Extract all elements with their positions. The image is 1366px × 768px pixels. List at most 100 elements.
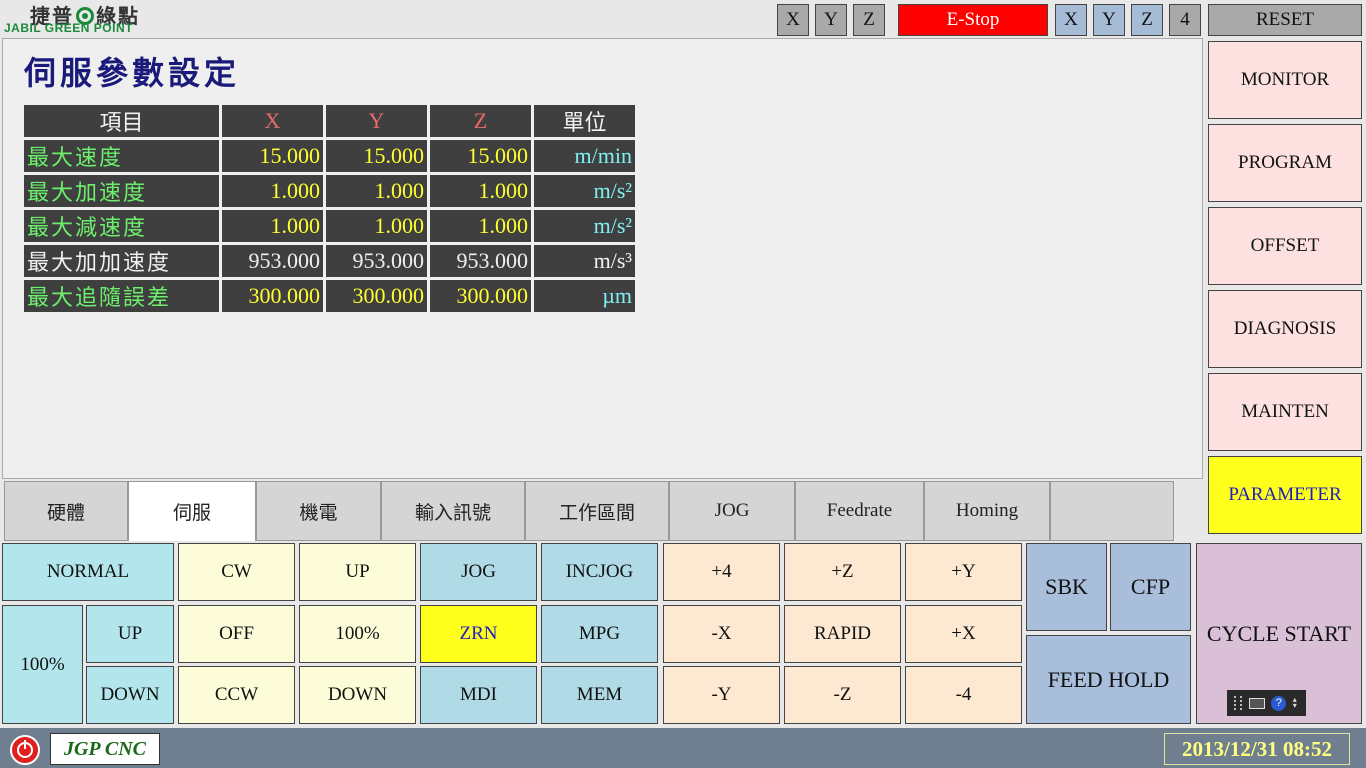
tab-electromech[interactable]: 機電 [256,481,381,541]
mode-mpg-button[interactable]: MPG [541,605,658,663]
feed-override-percent[interactable]: 100% [2,605,83,724]
row-y-value[interactable]: 1.000 [326,175,427,207]
tab-feedrate[interactable]: Feedrate [795,481,924,541]
header-y: Y [326,105,427,137]
tab-work-area[interactable]: 工作區間 [525,481,669,541]
logo-en-text: JABIL GREEN POINT [4,21,133,35]
header-x: X [222,105,323,137]
row-z-value[interactable]: 15.000 [430,140,531,172]
normal-button[interactable]: NORMAL [2,543,174,601]
estop-button[interactable]: E-Stop [898,4,1048,36]
jog-plus4-button[interactable]: +4 [663,543,780,601]
axis2-y-button[interactable]: Y [1093,4,1125,36]
row-name: 最大加加速度 [24,245,219,277]
tab-hardware[interactable]: 硬體 [4,481,128,541]
header-item: 項目 [24,105,219,137]
help-icon[interactable]: ? [1271,695,1287,711]
row-y-value[interactable]: 1.000 [326,210,427,242]
side-parameter[interactable]: PARAMETER [1208,456,1362,534]
axis-y-button[interactable]: Y [815,4,847,36]
row-unit: m/s² [534,210,635,242]
axis-z-button[interactable]: Z [853,4,885,36]
tab-homing[interactable]: Homing [924,481,1050,541]
side-offset[interactable]: OFFSET [1208,207,1362,285]
side-diagnosis[interactable]: DIAGNOSIS [1208,290,1362,368]
mode-incjog-button[interactable]: INCJOG [541,543,658,601]
status-bar [0,728,1366,768]
header-z: Z [430,105,531,137]
tab-jog[interactable]: JOG [669,481,795,541]
row-y-value[interactable]: 953.000 [326,245,427,277]
company-logo: 捷普 綠點 JABIL GREEN POINT [4,0,169,38]
axis2-z-button[interactable]: Z [1131,4,1163,36]
mode-zrn-button[interactable]: ZRN [420,605,537,663]
row-name: 最大加速度 [24,175,219,207]
row-name: 最大追隨誤差 [24,280,219,312]
mode-jog-button[interactable]: JOG [420,543,537,601]
side-monitor[interactable]: MONITOR [1208,41,1362,119]
brand-label: JGP CNC [50,733,160,765]
row-z-value[interactable]: 300.000 [430,280,531,312]
rapid-button[interactable]: RAPID [784,605,901,663]
axis2-x-button[interactable]: X [1055,4,1087,36]
reset-button[interactable]: RESET [1208,4,1362,36]
mode-mdi-button[interactable]: MDI [420,666,537,724]
header-unit: 單位 [534,105,635,137]
table-row: 最大加速度 1.000 1.000 1.000 m/s² [24,175,635,207]
tab-servo[interactable]: 伺服 [128,481,256,541]
row-name: 最大減速度 [24,210,219,242]
row-unit: m/s² [534,175,635,207]
side-program[interactable]: PROGRAM [1208,124,1362,202]
row-x-value[interactable]: 1.000 [222,210,323,242]
tab-input-signal[interactable]: 輸入訊號 [381,481,525,541]
table-row: 最大追隨誤差 300.000 300.000 300.000 µm [24,280,635,312]
row-x-value[interactable]: 953.000 [222,245,323,277]
feed-hold-button[interactable]: FEED HOLD [1026,635,1191,724]
cfp-button[interactable]: CFP [1110,543,1191,631]
page-title: 伺服參數設定 [24,55,241,91]
jog-plus-z-button[interactable]: +Z [784,543,901,601]
row-z-value[interactable]: 953.000 [430,245,531,277]
spindle-percent[interactable]: 100% [299,605,416,663]
menu-arrows-icon[interactable]: ▴ ▾ [1293,696,1299,710]
table-row: 最大加加速度 953.000 953.000 953.000 m/s³ [24,245,635,277]
row-x-value[interactable]: 15.000 [222,140,323,172]
row-x-value[interactable]: 1.000 [222,175,323,207]
axis-x-button[interactable]: X [777,4,809,36]
row-y-value[interactable]: 15.000 [326,140,427,172]
row-unit: m/s³ [534,245,635,277]
row-unit: µm [534,280,635,312]
row-unit: m/min [534,140,635,172]
row-y-value[interactable]: 300.000 [326,280,427,312]
jog-minus-x-button[interactable]: -X [663,605,780,663]
jog-minus4-button[interactable]: -4 [905,666,1022,724]
spindle-cw-button[interactable]: CW [178,543,295,601]
row-x-value[interactable]: 300.000 [222,280,323,312]
row-name: 最大速度 [24,140,219,172]
row-z-value[interactable]: 1.000 [430,210,531,242]
jog-minus-y-button[interactable]: -Y [663,666,780,724]
spindle-down-button[interactable]: DOWN [299,666,416,724]
table-header-row: 項目 X Y Z 單位 [24,105,635,137]
override-down-button[interactable]: DOWN [86,666,174,724]
grip-icon [1234,696,1243,710]
table-row: 最大減速度 1.000 1.000 1.000 m/s² [24,210,635,242]
jog-minus-z-button[interactable]: -Z [784,666,901,724]
keyboard-icon[interactable] [1248,697,1265,709]
row-z-value[interactable]: 1.000 [430,175,531,207]
spindle-ccw-button[interactable]: CCW [178,666,295,724]
input-method-toolbar[interactable]: ? ▴ ▾ [1227,690,1306,716]
side-mainten[interactable]: MAINTEN [1208,373,1362,451]
power-icon[interactable] [10,735,40,765]
override-up-button[interactable]: UP [86,605,174,663]
axis2-4-button[interactable]: 4 [1169,4,1201,36]
mode-mem-button[interactable]: MEM [541,666,658,724]
jog-plus-y-button[interactable]: +Y [905,543,1022,601]
spindle-up-button[interactable]: UP [299,543,416,601]
sbk-button[interactable]: SBK [1026,543,1107,631]
jog-plus-x-button[interactable]: +X [905,605,1022,663]
spindle-off-button[interactable]: OFF [178,605,295,663]
tab-empty[interactable] [1050,481,1174,541]
table-row: 最大速度 15.000 15.000 15.000 m/min [24,140,635,172]
datetime-display: 2013/12/31 08:52 [1164,733,1350,765]
